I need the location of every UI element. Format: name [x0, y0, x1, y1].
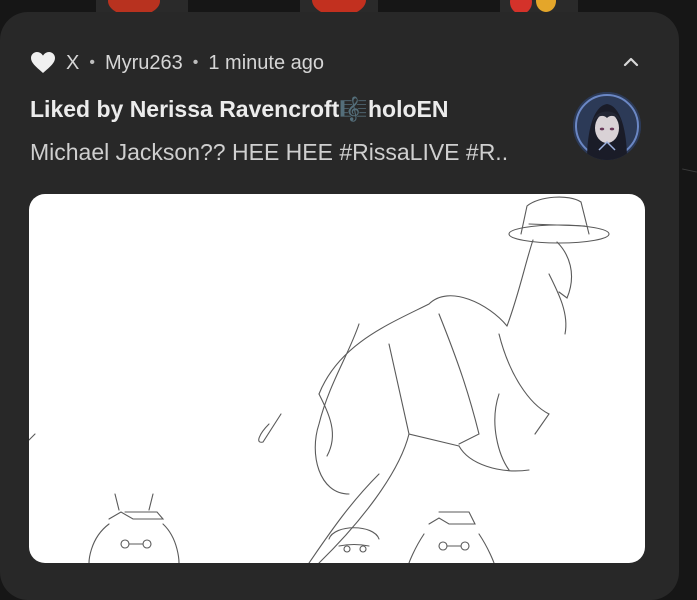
- sketch-small-character: [328, 527, 380, 553]
- sketch-stroke: [29, 433, 36, 441]
- notification-body: Michael Jackson?? HEE HEE #RissaLIVE #R.…: [30, 139, 509, 165]
- chevron-up-icon[interactable]: [619, 54, 643, 70]
- app-name: X: [66, 51, 80, 74]
- separator-dot: •: [192, 54, 199, 71]
- sketch-hat: [508, 196, 610, 244]
- sketch-image[interactable]: [29, 194, 645, 563]
- separator-dot: •: [89, 54, 95, 71]
- notification-title: Liked by Nerissa Ravencroft🎼holoEN: [30, 96, 449, 122]
- heart-icon: [30, 51, 56, 75]
- sketch-small-character: [88, 493, 180, 563]
- account-name: Myru263: [104, 51, 183, 74]
- timestamp: 1 minute ago: [208, 51, 325, 74]
- background-line: [682, 168, 697, 173]
- sketch-small-character: [408, 511, 495, 563]
- notification-header: X • Myru263 • 1 minute ago: [30, 50, 324, 76]
- sketch-figure: [258, 239, 573, 563]
- avatar: [573, 92, 641, 160]
